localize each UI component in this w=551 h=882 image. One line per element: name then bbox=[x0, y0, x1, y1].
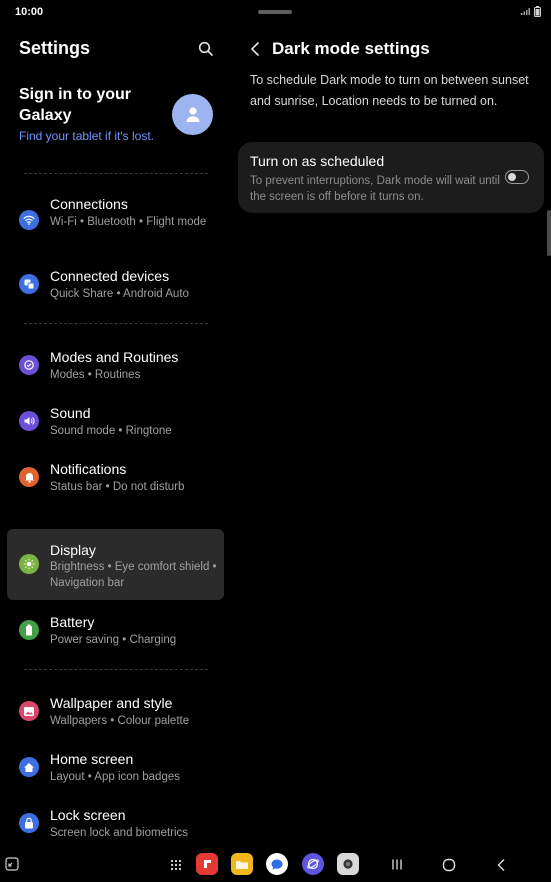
bell-icon bbox=[19, 467, 39, 487]
schedule-toggle[interactable] bbox=[505, 170, 529, 184]
sidebar-item-sub: Status bar • Do not disturb bbox=[50, 481, 185, 493]
search-icon[interactable] bbox=[197, 40, 215, 58]
divider bbox=[24, 669, 208, 670]
sidebar-item-battery[interactable]: Battery Power saving • Charging bbox=[7, 613, 224, 649]
scrollbar[interactable] bbox=[547, 210, 551, 256]
sidebar-item-sub: Screen lock and biometrics bbox=[50, 827, 189, 839]
signin-title: Sign in to your Galaxy bbox=[19, 86, 131, 124]
recent-apps-icon[interactable] bbox=[391, 858, 403, 871]
clock: 10:00 bbox=[15, 6, 44, 18]
back-arrow-icon[interactable] bbox=[250, 41, 260, 57]
sidebar-item-label: Battery bbox=[50, 614, 95, 630]
screenshot-icon[interactable] bbox=[5, 857, 19, 871]
sidebar-item-sub: Wi-Fi • Bluetooth • Flight mode bbox=[50, 216, 207, 228]
wifi-icon bbox=[19, 210, 39, 230]
flipboard-app-icon[interactable] bbox=[196, 853, 218, 875]
sidebar-item-sub: Brightness • Eye comfort shield • Naviga… bbox=[50, 561, 217, 589]
sidebar-item-label: Wallpaper and style bbox=[50, 695, 173, 711]
app-drawer-icon[interactable] bbox=[170, 859, 182, 871]
toggle-knob bbox=[508, 173, 516, 181]
drag-handle[interactable] bbox=[258, 10, 292, 14]
devices-icon bbox=[19, 274, 39, 294]
sidebar-item-label: Lock screen bbox=[50, 807, 126, 823]
sidebar-item-modes-routines[interactable]: Modes and Routines Modes • Routines bbox=[7, 348, 224, 384]
sidebar-item-lock-screen[interactable]: Lock screen Screen lock and biometrics bbox=[7, 806, 224, 842]
wallpaper-icon bbox=[19, 701, 39, 721]
lock-icon bbox=[19, 813, 39, 833]
divider bbox=[24, 173, 208, 174]
sidebar-item-label: Notifications bbox=[50, 461, 127, 477]
sidebar-item-sub: Layout • App icon badges bbox=[50, 771, 180, 783]
home-icon bbox=[19, 757, 39, 777]
sidebar-item-wallpaper[interactable]: Wallpaper and style Wallpapers • Colour … bbox=[7, 694, 224, 730]
sidebar-item-label: Home screen bbox=[50, 751, 134, 767]
routines-icon bbox=[19, 355, 39, 375]
sidebar-item-home-screen[interactable]: Home screen Layout • App icon badges bbox=[7, 750, 224, 786]
back-button-icon[interactable] bbox=[496, 858, 506, 872]
folder-app-icon[interactable] bbox=[231, 853, 253, 875]
sidebar-item-label: Display bbox=[50, 542, 96, 558]
home-button-icon[interactable] bbox=[442, 858, 456, 872]
sidebar-item-connections[interactable]: Connections Wi-Fi • Bluetooth • Flight m… bbox=[7, 195, 224, 247]
turn-on-as-scheduled-option[interactable]: Turn on as scheduled To prevent interrup… bbox=[238, 142, 544, 213]
settings-title: Settings bbox=[19, 38, 91, 58]
sidebar-item-sub: Quick Share • Android Auto bbox=[50, 288, 189, 300]
settings-panel: Settings Sign in to your Galaxy Find you… bbox=[0, 26, 231, 848]
divider bbox=[24, 323, 208, 324]
sidebar-item-label: Connections bbox=[50, 196, 128, 212]
dark-mode-settings-panel: Dark mode settings To schedule Dark mode… bbox=[232, 26, 551, 848]
option-description: To prevent interruptions, Dark mode will… bbox=[250, 175, 500, 203]
sidebar-item-sub: Power saving • Charging bbox=[50, 634, 177, 646]
sidebar-item-sub: Modes • Routines bbox=[50, 369, 141, 381]
sidebar-item-connected-devices[interactable]: Connected devices Quick Share • Android … bbox=[7, 267, 224, 303]
sidebar-item-label: Modes and Routines bbox=[50, 349, 179, 365]
status-bar: 10:00 bbox=[0, 0, 551, 26]
sun-icon bbox=[19, 554, 39, 574]
option-title: Turn on as scheduled bbox=[250, 153, 385, 169]
internet-app-icon[interactable] bbox=[302, 853, 324, 875]
navigation-bar bbox=[0, 848, 551, 882]
speaker-icon bbox=[19, 411, 39, 431]
system-icons bbox=[520, 6, 541, 17]
camera-app-icon[interactable] bbox=[337, 853, 359, 875]
avatar[interactable] bbox=[172, 94, 213, 135]
sidebar-item-sub: Sound mode • Ringtone bbox=[50, 425, 172, 437]
sidebar-item-display[interactable]: Display Brightness • Eye comfort shield … bbox=[7, 529, 224, 600]
sidebar-item-notifications[interactable]: Notifications Status bar • Do not distur… bbox=[7, 460, 224, 496]
sidebar-item-sub: Wallpapers • Colour palette bbox=[50, 715, 190, 727]
sidebar-item-label: Connected devices bbox=[50, 268, 170, 284]
page-title: Dark mode settings bbox=[272, 39, 430, 58]
sidebar-item-label: Sound bbox=[50, 405, 91, 421]
battery-status-icon bbox=[534, 6, 541, 17]
sidebar-item-sound[interactable]: Sound Sound mode • Ringtone bbox=[7, 404, 224, 440]
location-info-text: To schedule Dark mode to turn on between… bbox=[250, 73, 529, 108]
messages-app-icon[interactable] bbox=[266, 853, 288, 875]
person-icon bbox=[186, 106, 199, 122]
battery-icon bbox=[19, 620, 39, 640]
signal-icon bbox=[521, 8, 530, 15]
